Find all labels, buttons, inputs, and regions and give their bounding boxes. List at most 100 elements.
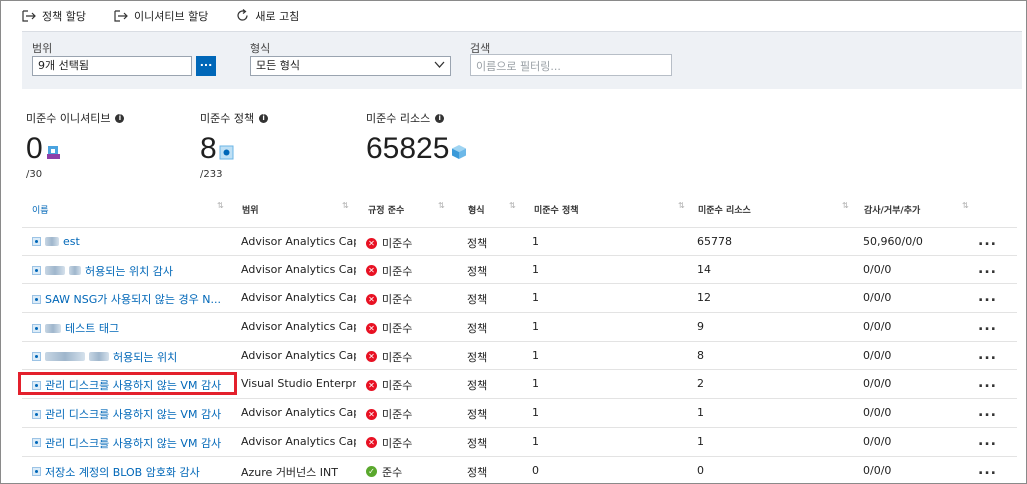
info-icon[interactable]: i bbox=[115, 113, 125, 123]
row-type: 정책 bbox=[467, 237, 488, 250]
stat-noncompliant-policies: 미준수 정책 i 8 /233 bbox=[200, 110, 269, 180]
more-options-button[interactable]: ... bbox=[978, 462, 997, 478]
policy-icon bbox=[32, 438, 41, 448]
column-header-audit[interactable]: 감사/거부/추가 bbox=[864, 203, 920, 216]
row-scope: Advisor Analytics Capa... bbox=[241, 434, 356, 448]
row-name-link[interactable]: 허용되는 위치 bbox=[32, 349, 232, 365]
row-scope: Azure 거버넌스 INT bbox=[241, 465, 338, 479]
scope-picker-button[interactable]: ... bbox=[196, 56, 216, 76]
more-options-button[interactable]: ... bbox=[978, 347, 997, 363]
sort-icon[interactable]: ⇅ bbox=[438, 201, 445, 210]
row-name-link[interactable]: 관리 디스크를 사용하지 않는 VM 감사 bbox=[32, 435, 232, 451]
row-scope: Advisor Analytics Capa... bbox=[241, 262, 356, 276]
row-audit: 0/0/0 bbox=[863, 377, 892, 391]
table-row[interactable]: 허용되는 위치 감사 Advisor Analytics Capa... ✕ 미… bbox=[22, 256, 1017, 285]
policy-icon bbox=[32, 352, 41, 362]
column-header-noncompliant-resources[interactable]: 미준수 리소스 bbox=[698, 203, 751, 216]
sort-icon[interactable]: ⇅ bbox=[842, 201, 849, 210]
column-header-compliance[interactable]: 규정 준수 bbox=[368, 203, 404, 216]
policy-icon bbox=[32, 323, 41, 333]
error-icon: ✕ bbox=[366, 408, 377, 420]
table-row[interactable]: SAW NSG가 사용되지 않는 경우 N... Advisor Analyti… bbox=[22, 284, 1017, 314]
row-name: 관리 디스크를 사용하지 않는 VM 감사 bbox=[45, 436, 222, 450]
row-type: 정책 bbox=[467, 322, 488, 336]
row-name-link[interactable]: 저장소 계정의 BLOB 암호화 감사 bbox=[32, 464, 232, 480]
more-options-button[interactable]: ... bbox=[978, 404, 997, 420]
row-type: 정책 bbox=[467, 436, 488, 450]
stat-label: 미준수 이니셔티브 bbox=[26, 112, 111, 125]
assign-policy-button[interactable]: 정책 할당 bbox=[22, 8, 86, 24]
row-name: 테스트 태그 bbox=[65, 322, 120, 336]
stat-value: 0 bbox=[26, 132, 43, 165]
policy-icon bbox=[32, 294, 41, 304]
more-options-button[interactable]: ... bbox=[978, 375, 997, 391]
column-header-name[interactable]: 이름 bbox=[32, 203, 49, 216]
row-noncompliant-resources: 2 bbox=[697, 377, 704, 391]
row-audit: 50,960/0/0 bbox=[863, 235, 923, 248]
table-row[interactable]: 저장소 계정의 BLOB 암호화 감사 Azure 거버넌스 INT ✓ 준수 … bbox=[22, 457, 1017, 484]
info-icon[interactable]: i bbox=[259, 113, 269, 123]
row-audit: 0/0/0 bbox=[863, 262, 892, 276]
row-name-link[interactable]: 관리 디스크를 사용하지 않는 VM 감사 bbox=[32, 406, 232, 422]
error-icon: ✕ bbox=[366, 351, 377, 363]
row-noncompliant-resources: 1 bbox=[697, 406, 704, 420]
refresh-button[interactable]: 새로 고침 bbox=[236, 8, 299, 24]
sort-icon[interactable]: ⇅ bbox=[509, 201, 516, 210]
row-name: 관리 디스크를 사용하지 않는 VM 감사 bbox=[45, 379, 222, 393]
row-type: 정책 bbox=[467, 350, 488, 364]
sort-icon[interactable]: ⇅ bbox=[678, 201, 685, 210]
chevron-down-icon bbox=[434, 61, 445, 68]
error-icon: ✕ bbox=[366, 237, 377, 249]
assign-icon bbox=[114, 9, 128, 22]
row-noncompliant-policies: 1 bbox=[532, 320, 539, 334]
sort-icon[interactable]: ⇅ bbox=[962, 201, 969, 210]
table-row[interactable]: 테스트 태그 Advisor Analytics Capa... ✕ 미준수 정… bbox=[22, 313, 1017, 342]
scope-field[interactable]: 9개 선택됨 bbox=[32, 56, 192, 76]
column-header-noncompliant-policies[interactable]: 미준수 정책 bbox=[534, 203, 579, 216]
row-name-link[interactable]: 테스트 태그 bbox=[32, 320, 232, 336]
policy-icon bbox=[32, 237, 41, 246]
stat-total: /30 bbox=[26, 169, 43, 180]
table-row[interactable]: est Advisor Analytics Capa... ✕ 미준수 정책 1… bbox=[22, 227, 1017, 256]
row-compliance-status: ✕ 미준수 bbox=[366, 406, 412, 422]
assign-initiative-button[interactable]: 이니셔티브 할당 bbox=[114, 8, 208, 24]
table-row[interactable]: 관리 디스크를 사용하지 않는 VM 감사 Visual Studio Ente… bbox=[18, 370, 1017, 400]
row-noncompliant-policies: 1 bbox=[532, 434, 539, 448]
row-type: 정책 bbox=[467, 293, 488, 307]
row-name-link[interactable]: est bbox=[32, 235, 232, 248]
type-select[interactable]: 모든 형식 bbox=[250, 56, 451, 76]
row-scope: Advisor Analytics Capa... bbox=[241, 348, 356, 362]
row-noncompliant-policies: 1 bbox=[532, 406, 539, 420]
info-icon[interactable]: i bbox=[435, 113, 445, 123]
search-input[interactable]: 이름으로 필터링... bbox=[470, 54, 672, 76]
column-header-scope[interactable]: 범위 bbox=[242, 203, 259, 216]
redacted-text bbox=[69, 266, 81, 276]
policy-icon bbox=[219, 145, 234, 159]
column-header-type[interactable]: 형식 bbox=[468, 203, 485, 216]
row-compliance-status: ✕ 미준수 bbox=[366, 320, 412, 336]
more-options-button[interactable]: ... bbox=[978, 433, 997, 449]
table-body: est Advisor Analytics Capa... ✕ 미준수 정책 1… bbox=[18, 227, 1017, 484]
more-options-button[interactable]: ... bbox=[978, 261, 997, 277]
row-name-link[interactable]: 허용되는 위치 감사 bbox=[32, 263, 232, 279]
row-name-link[interactable]: 관리 디스크를 사용하지 않는 VM 감사 bbox=[32, 377, 232, 393]
stat-value: 8 bbox=[200, 132, 217, 165]
row-name-link[interactable]: SAW NSG가 사용되지 않는 경우 N... bbox=[32, 291, 232, 307]
assign-icon bbox=[22, 9, 36, 22]
refresh-label: 새로 고침 bbox=[255, 9, 300, 23]
row-name: 관리 디스크를 사용하지 않는 VM 감사 bbox=[45, 408, 222, 422]
row-compliance-status: ✕ 미준수 bbox=[366, 263, 412, 279]
check-icon: ✓ bbox=[366, 466, 377, 477]
more-options-button[interactable]: ... bbox=[978, 289, 997, 305]
table-row[interactable]: 허용되는 위치 Advisor Analytics Capa... ✕ 미준수 … bbox=[22, 342, 1017, 371]
more-options-button[interactable]: ... bbox=[978, 233, 997, 249]
sort-icon[interactable]: ⇅ bbox=[217, 201, 224, 210]
row-noncompliant-resources: 8 bbox=[697, 348, 704, 362]
redacted-text bbox=[45, 323, 61, 333]
sort-icon[interactable]: ⇅ bbox=[342, 201, 349, 210]
more-options-button[interactable]: ... bbox=[978, 318, 997, 334]
table-row[interactable]: 관리 디스크를 사용하지 않는 VM 감사 Advisor Analytics … bbox=[22, 399, 1017, 428]
policy-icon bbox=[32, 266, 41, 276]
error-icon: ✕ bbox=[366, 265, 377, 277]
table-row[interactable]: 관리 디스크를 사용하지 않는 VM 감사 Advisor Analytics … bbox=[22, 428, 1017, 457]
